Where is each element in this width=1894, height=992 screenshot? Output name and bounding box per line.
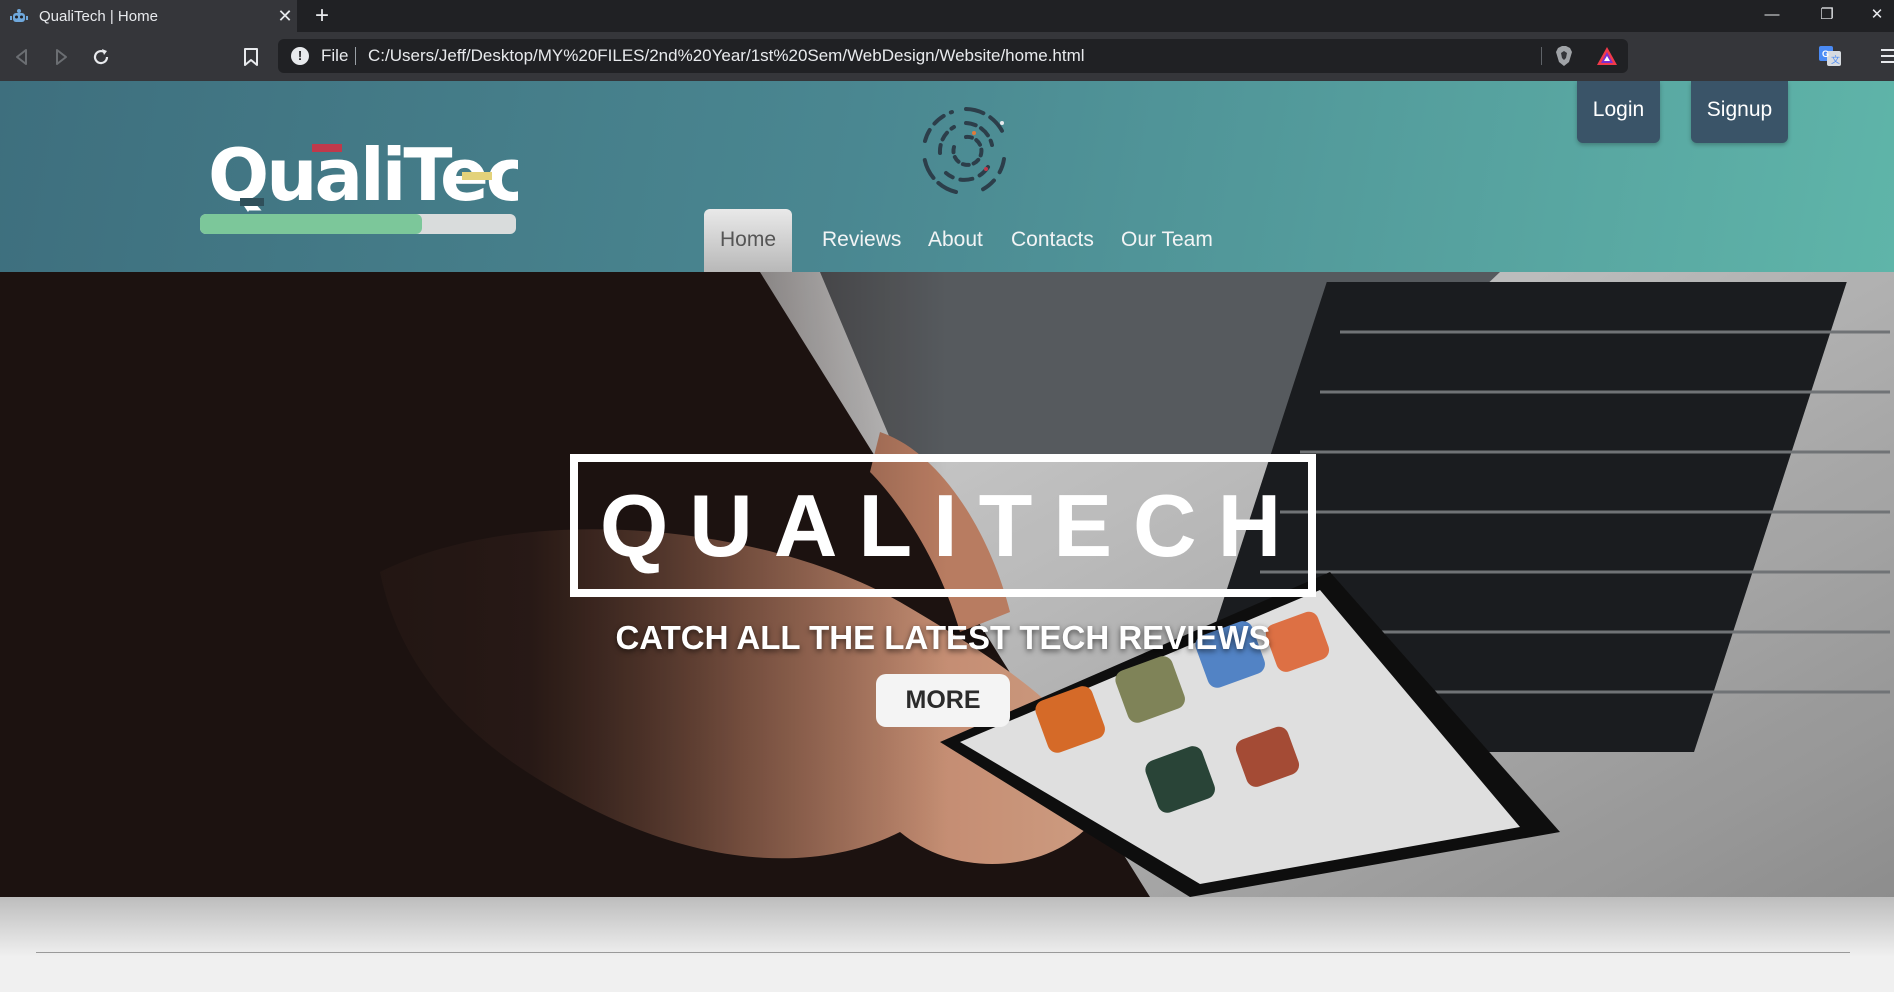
tab-title: QualiTech | Home (39, 8, 158, 25)
site-favicon-icon (10, 9, 28, 22)
loading-spinner-icon (922, 107, 1006, 195)
browser-tab-active[interactable]: QualiTech | Home ✕ (0, 0, 297, 32)
browser-tab-strip: QualiTech | Home ✕ + — ❐ ✕ (0, 0, 1894, 32)
brave-shield-icon[interactable] (1554, 45, 1574, 67)
address-bar[interactable]: ! File C:/Users/Jeff/Desktop/MY%20FILES/… (278, 39, 1628, 73)
bookmark-icon[interactable] (240, 45, 262, 69)
address-separator (355, 47, 356, 65)
tab-close-icon[interactable]: ✕ (275, 5, 295, 27)
window-close-button[interactable]: ✕ (1860, 0, 1894, 32)
window-minimize-button[interactable]: — (1750, 0, 1794, 32)
nav-about[interactable]: About (928, 209, 983, 272)
section-divider (36, 952, 1850, 953)
qualitech-logo[interactable]: QualiTech (200, 126, 518, 236)
svg-text:G: G (1822, 49, 1829, 59)
new-tab-button[interactable]: + (310, 3, 334, 29)
nav-our-team[interactable]: Our Team (1121, 209, 1213, 272)
nav-reviews[interactable]: Reviews (822, 209, 901, 272)
login-button[interactable]: Login (1577, 81, 1660, 143)
more-button[interactable]: MORE (876, 674, 1010, 727)
hero-banner: QUALITECH CATCH ALL THE LATEST TECH REVI… (0, 272, 1894, 897)
svg-text:文: 文 (1831, 54, 1840, 65)
info-icon[interactable]: ! (291, 47, 309, 65)
address-scheme-label: File (321, 46, 349, 65)
nav-home[interactable]: Home (704, 209, 792, 272)
browser-toolbar: ! File C:/Users/Jeff/Desktop/MY%20FILES/… (0, 32, 1894, 81)
menu-icon[interactable] (1878, 46, 1894, 66)
forward-icon[interactable] (48, 44, 74, 70)
site-header: QualiTech Login Signup (0, 81, 1894, 272)
address-bar-divider (1541, 47, 1542, 65)
signup-button[interactable]: Signup (1691, 81, 1788, 143)
hero-title: QUALITECH (599, 476, 1303, 575)
hero-shadow (0, 897, 1894, 957)
back-icon[interactable] (9, 44, 35, 70)
address-url[interactable]: C:/Users/Jeff/Desktop/MY%20FILES/2nd%20Y… (368, 46, 1085, 66)
hero-title-frame: QUALITECH (570, 454, 1316, 597)
nav-contacts[interactable]: Contacts (1011, 209, 1094, 272)
window-restore-button[interactable]: ❐ (1805, 0, 1849, 32)
reload-icon[interactable] (88, 44, 114, 70)
brave-rewards-icon[interactable] (1596, 46, 1618, 66)
hero-subtitle: CATCH ALL THE LATEST TECH REVIEWS (615, 619, 1271, 656)
translate-icon[interactable]: G 文 (1819, 46, 1841, 66)
web-page: QualiTech Login Signup (0, 81, 1894, 992)
